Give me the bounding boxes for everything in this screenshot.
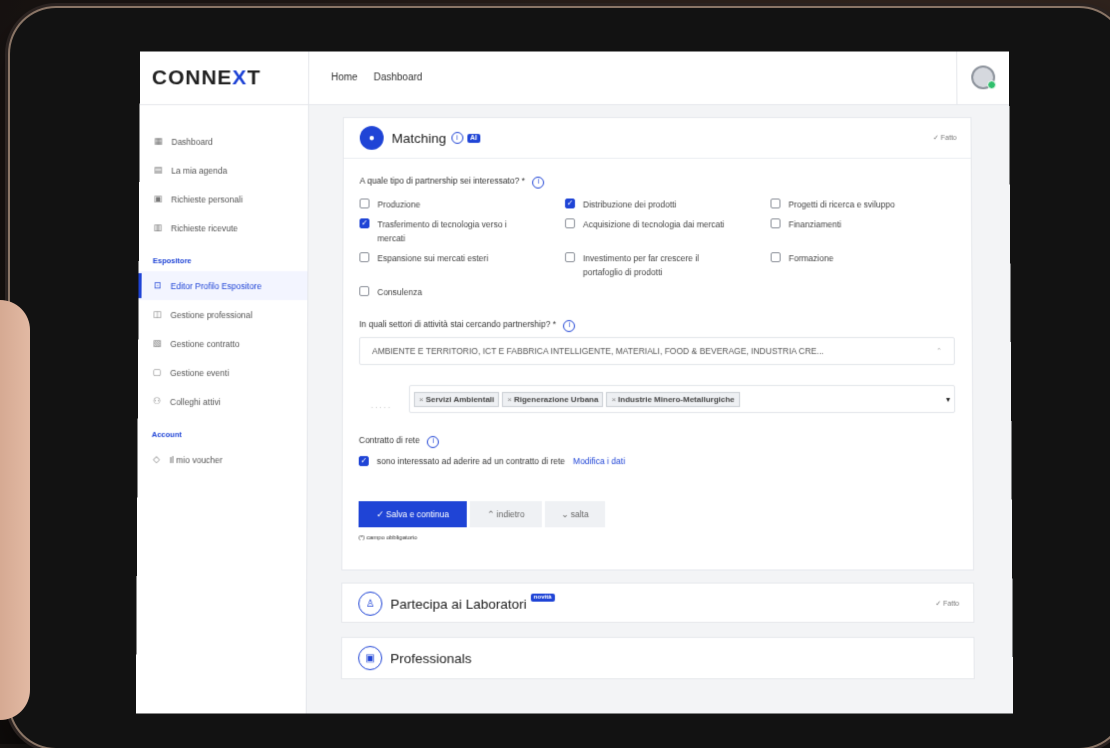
sidebar-section-account: Account xyxy=(151,430,182,440)
sidebar-item-gestione-contratto[interactable]: ▧ Gestione contratto xyxy=(138,329,307,358)
info-icon[interactable]: i xyxy=(451,131,464,144)
sidebar: ▦ Dashboard ▤ La mia agenda ▣ Richieste per… xyxy=(135,105,310,714)
nav-home[interactable]: Home xyxy=(331,72,358,83)
contract-option[interactable]: ✓ sono interessato ad aderire ad un cont… xyxy=(358,455,625,467)
professionals-title: Professionals xyxy=(390,650,472,666)
checkbox[interactable] xyxy=(770,252,781,263)
placeholder-dots: ..... xyxy=(370,401,393,411)
remove-icon: × xyxy=(611,394,617,404)
nav-dashboard[interactable]: Dashboard xyxy=(374,72,423,83)
people-icon: ⚇ xyxy=(152,396,161,407)
sidebar-item-gestione-eventi[interactable]: ▢ Gestione eventi xyxy=(138,358,307,387)
logo-area: CONNEXT xyxy=(139,51,310,106)
inbox-icon: ▣ xyxy=(153,193,163,204)
done-status: ✓ Fatto xyxy=(932,134,957,142)
tag-rigenerazione-urbana[interactable]: × Rigenerazione Urbana xyxy=(502,391,604,407)
chevron-down-icon: ⌃ xyxy=(935,348,942,356)
checkbox[interactable] xyxy=(359,252,370,263)
matching-header[interactable]: ● Matching i AI ✓ Fatto xyxy=(343,118,971,159)
event-icon: ▢ xyxy=(152,367,162,378)
laboratori-card[interactable]: ♙ Partecipa ai Laboratori novità ✓ Fatto xyxy=(341,582,975,624)
action-buttons: ✓ Salva e continua ⌃ indietro ⌄ salta xyxy=(358,501,609,528)
sidebar-item-agenda[interactable]: ▤ La mia agenda xyxy=(139,156,308,185)
option-ricerca-sviluppo[interactable]: Progetti di ricerca e sviluppo xyxy=(770,198,895,212)
done-status: ✓ Fatto xyxy=(935,600,960,608)
laboratori-header[interactable]: ♙ Partecipa ai Laboratori novità ✓ Fatto xyxy=(342,584,973,624)
option-trasferimento-tecnologia[interactable]: ✓ Trasferimento di tecnologia verso i merc… xyxy=(359,217,507,245)
sectors-question: In quali settori di attività stai cercan… xyxy=(359,319,576,332)
option-investimento[interactable]: Investimento per far crescere il portafog… xyxy=(565,251,699,279)
sidebar-item-gestione-professional[interactable]: ◫ Gestione professional xyxy=(138,300,307,329)
checkbox[interactable] xyxy=(359,286,370,297)
sidebar-section-espositore: Espositore xyxy=(152,256,192,266)
laboratori-title: Partecipa ai Laboratori xyxy=(390,596,527,612)
ai-badge: AI xyxy=(467,133,481,143)
checkbox[interactable] xyxy=(359,198,370,209)
checkbox[interactable] xyxy=(770,218,781,229)
contract-label: Contratto di rete i xyxy=(359,435,440,448)
option-consulenza[interactable]: Consulenza xyxy=(359,285,422,299)
remove-icon: × xyxy=(507,394,512,404)
option-acquisizione-tecnologia[interactable]: Acquisizione di tecnologia dai mercati xyxy=(565,217,724,231)
tag-servizi-ambientali[interactable]: × Servizi Ambientali xyxy=(413,391,500,407)
presentation-icon: ▣ xyxy=(358,645,383,671)
option-formazione[interactable]: Formazione xyxy=(770,251,834,265)
skip-button[interactable]: ⌄ salta xyxy=(544,501,606,528)
matching-card: ● Matching i AI ✓ Fatto A quale tipo di … xyxy=(341,117,975,571)
save-continue-button[interactable]: ✓ Salva e continua xyxy=(358,501,467,528)
contract-icon: ▧ xyxy=(152,338,162,349)
checkbox-checked[interactable]: ✓ xyxy=(565,198,575,209)
partnership-question: A quale tipo di partnership sei interess… xyxy=(360,176,545,189)
checkbox[interactable] xyxy=(770,198,781,209)
hand xyxy=(0,300,30,720)
professionals-header[interactable]: ▣ Professionals xyxy=(342,638,974,678)
caret-down-icon[interactable]: ▾ xyxy=(946,395,950,404)
sidebar-item-colleghi-attivi[interactable]: ⚇ Colleghi attivi xyxy=(138,387,307,416)
microphone-icon: ♙ xyxy=(358,591,383,616)
back-button[interactable]: ⌃ indietro xyxy=(469,501,542,528)
tag-industrie-minero[interactable]: × Industrie Minero-Metallurgiche xyxy=(606,391,740,407)
option-espansione-mercati[interactable]: Espansione sui mercati esteri xyxy=(359,251,488,265)
main-content: ● Matching i AI ✓ Fatto A quale tipo di … xyxy=(307,105,1013,713)
option-produzione[interactable]: Produzione xyxy=(359,198,421,212)
checkbox-checked[interactable]: ✓ xyxy=(359,218,370,229)
matching-title: Matching xyxy=(391,130,447,146)
document-icon: ▥ xyxy=(153,222,163,233)
professionals-card[interactable]: ▣ Professionals xyxy=(340,636,975,680)
option-distribuzione[interactable]: ✓ Distribuzione dei prodotti xyxy=(565,198,676,212)
sidebar-item-richieste-personali[interactable]: ▣ Richieste personali xyxy=(139,185,308,214)
option-finanziamenti[interactable]: Finanziamenti xyxy=(770,217,842,231)
subsectors-tag-select[interactable]: × Servizi Ambientali × Rigenerazione Urban… xyxy=(408,384,956,414)
checkbox[interactable] xyxy=(565,218,575,229)
app-screen: CONNEXT Home Dashboard ▦ Dashboard ▤ La mi… xyxy=(135,51,1014,714)
info-icon[interactable]: i xyxy=(563,319,576,332)
novita-badge: novità xyxy=(530,593,555,602)
mandatory-note: (*) campo obbligatorio xyxy=(358,535,418,542)
remove-icon: × xyxy=(418,394,424,404)
checkbox[interactable] xyxy=(565,252,575,263)
avatar[interactable] xyxy=(971,65,996,90)
grid-icon: ▦ xyxy=(154,135,163,146)
topbar-divider xyxy=(956,51,958,106)
calendar-icon: ▤ xyxy=(154,164,163,175)
matching-icon: ● xyxy=(359,125,384,150)
sidebar-item-richieste-ricevute[interactable]: ▥ Richieste ricevute xyxy=(139,213,308,242)
person-icon: ◫ xyxy=(153,309,162,320)
top-bar: Home Dashboard xyxy=(309,51,1010,106)
checkbox-checked[interactable]: ✓ xyxy=(358,456,369,467)
logo[interactable]: CONNEXT xyxy=(152,66,261,90)
sidebar-item-editor-profilo[interactable]: ⊡ Editor Profilo Espositore xyxy=(138,271,308,301)
info-icon[interactable]: i xyxy=(532,176,545,189)
edit-data-link[interactable]: Modifica i dati xyxy=(573,456,625,466)
sidebar-item-dashboard[interactable]: ▦ Dashboard xyxy=(139,127,308,156)
sidebar-item-voucher[interactable]: ◇ Il mio voucher xyxy=(137,445,306,474)
sectors-select[interactable]: AMBIENTE E TERRITORIO, ICT E FABBRICA IN… xyxy=(359,337,955,366)
editor-icon: ⊡ xyxy=(153,280,162,291)
info-icon[interactable]: i xyxy=(427,435,440,448)
tag-icon: ◇ xyxy=(153,454,161,465)
